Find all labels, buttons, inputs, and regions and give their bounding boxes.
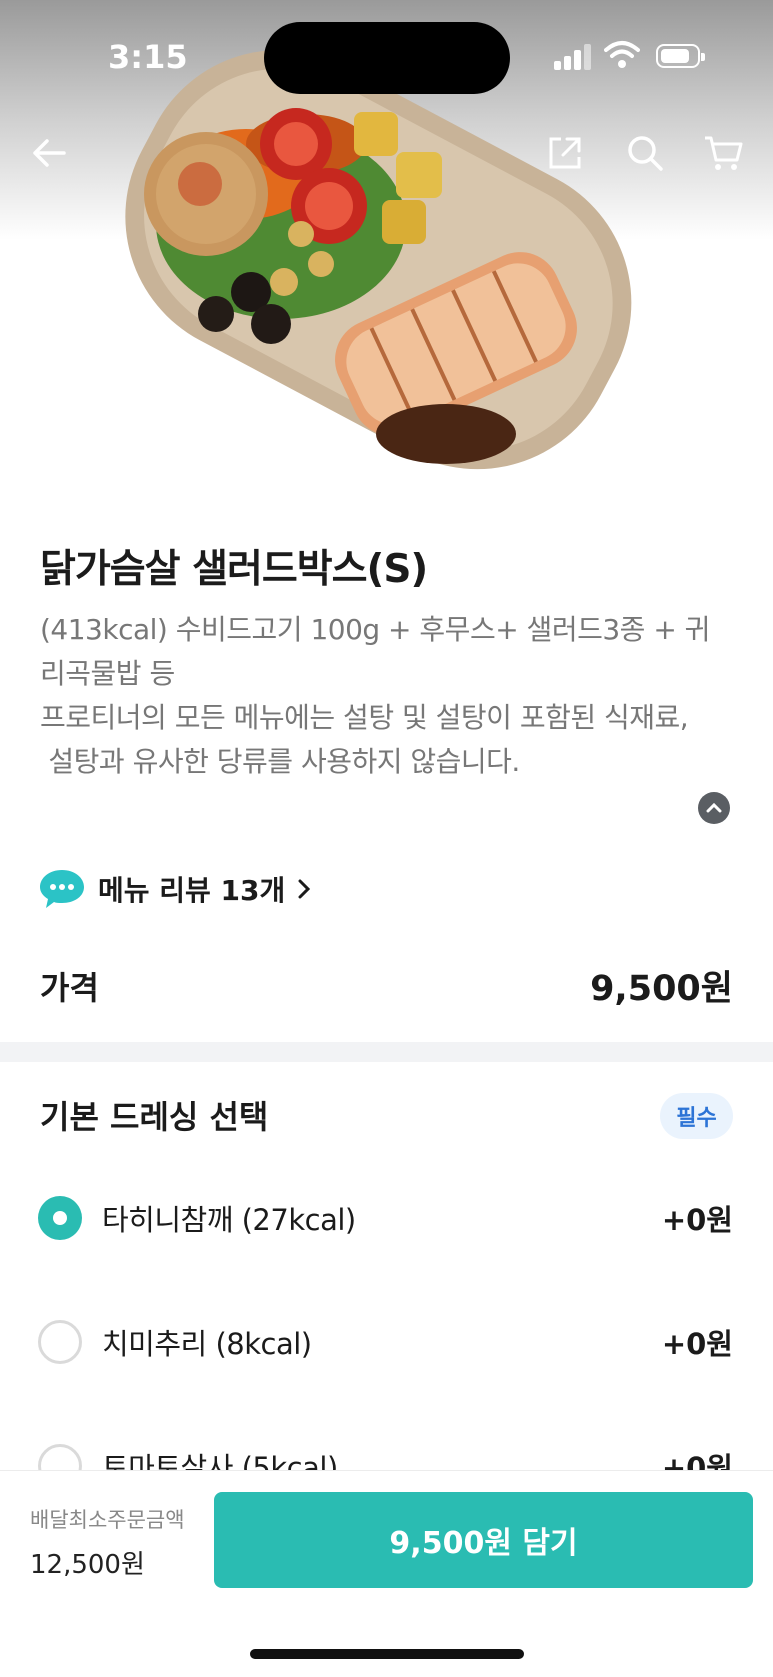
dressing-option[interactable]: 타히니참깨 (27kcal) +0원 — [38, 1192, 733, 1244]
price-row: 가격 9,500원 — [40, 960, 733, 1011]
chevron-up-icon[interactable] — [698, 792, 730, 824]
price-label: 가격 — [40, 968, 99, 1007]
option-label: 타히니참깨 (27kcal) — [102, 1203, 356, 1237]
menu-review-link[interactable]: 메뉴 리뷰 13개 — [38, 866, 311, 912]
option-label: 치미추리 (8kcal) — [102, 1327, 312, 1361]
home-indicator — [250, 1649, 524, 1659]
price-value: 9,500원 — [590, 969, 733, 1009]
product-description: (413kcal) 수비드고기 100g + 후무스+ 샐러드3종 + 귀 리곡… — [40, 608, 740, 784]
description-line: 리곡물밥 등 — [40, 657, 175, 690]
status-time: 3:15 — [108, 38, 188, 76]
battery-icon — [656, 44, 705, 68]
signal-icon — [554, 44, 594, 70]
cart-icon[interactable] — [698, 128, 748, 178]
speech-bubble-icon — [40, 870, 84, 908]
required-badge: 필수 — [660, 1093, 733, 1139]
product-title: 닭가슴살 샐러드박스(S) — [40, 547, 428, 592]
min-order-label: 배달최소주문금액 — [30, 1508, 185, 1532]
dressing-section-title: 기본 드레싱 선택 — [40, 1098, 269, 1136]
dynamic-island — [264, 22, 510, 94]
wifi-icon — [604, 41, 640, 68]
dressing-option[interactable]: 치미추리 (8kcal) +0원 — [38, 1316, 733, 1368]
add-to-cart-button[interactable]: 9,500원 담기 — [214, 1492, 753, 1588]
option-price: +0원 — [661, 1327, 733, 1361]
review-label: 메뉴 리뷰 13개 — [98, 874, 286, 907]
radio-selected[interactable] — [38, 1196, 82, 1240]
search-icon[interactable] — [620, 128, 670, 178]
min-order-value: 12,500원 — [30, 1550, 145, 1580]
radio-unselected[interactable] — [38, 1320, 82, 1364]
option-price: +0원 — [661, 1203, 733, 1237]
product-image-area: 3:15 — [0, 0, 773, 505]
description-line: 설탕과 유사한 당류를 사용하지 않습니다. — [40, 745, 520, 778]
section-divider — [0, 1042, 773, 1062]
status-bar: 3:15 — [0, 0, 773, 110]
description-line: 프로티너의 모든 메뉴에는 설탕 및 설탕이 포함된 식재료, — [40, 701, 689, 734]
chevron-right-icon — [298, 879, 311, 899]
share-icon[interactable] — [540, 128, 590, 178]
description-line: (413kcal) 수비드고기 100g + 후무스+ 샐러드3종 + 귀 — [40, 613, 710, 646]
back-arrow-icon[interactable] — [24, 128, 74, 178]
